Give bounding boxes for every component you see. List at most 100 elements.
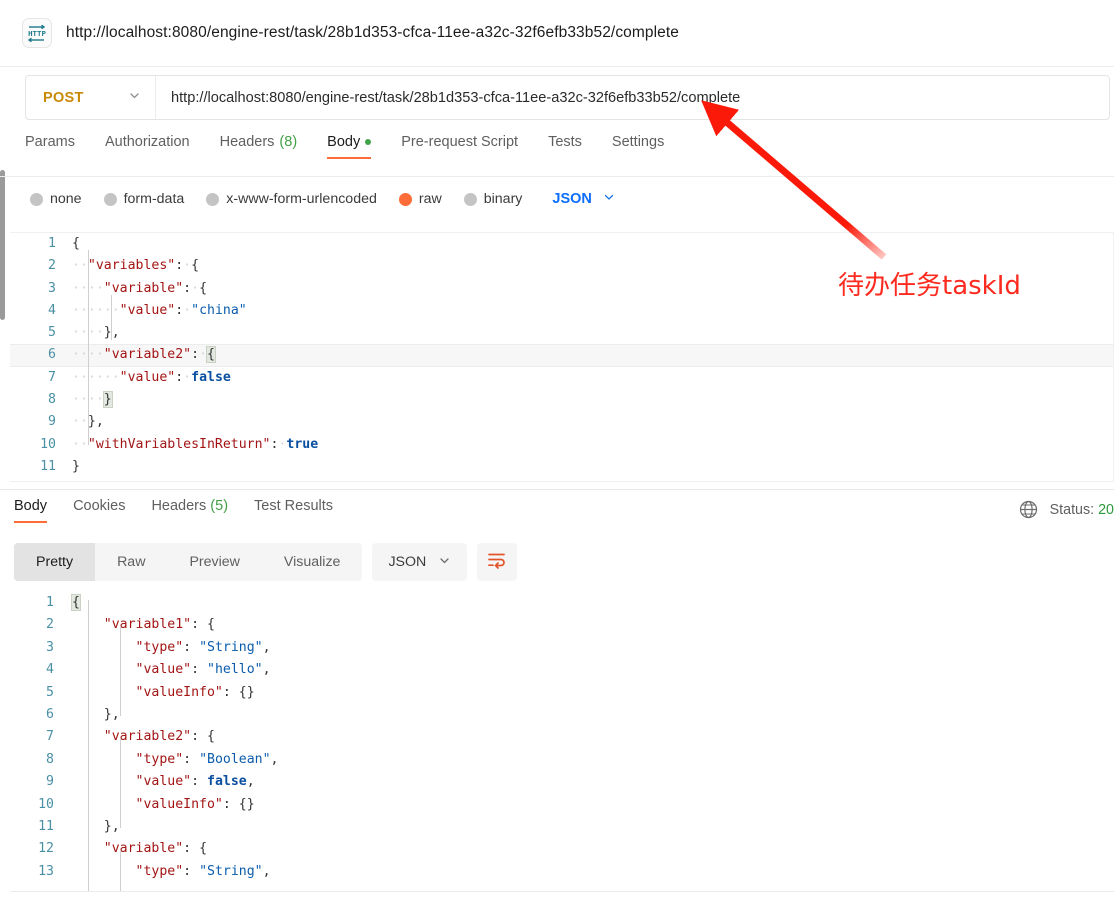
response-status-area: Status: 20 <box>1019 500 1114 519</box>
word-wrap-button[interactable] <box>477 543 518 581</box>
code-token: · <box>111 369 120 385</box>
tab-pre-request-script[interactable]: Pre-request Script <box>401 134 534 160</box>
body-type-binary-label: binary <box>483 191 523 207</box>
response-body-viewer[interactable]: 1{2 "variable1": {3 "type": "String", 4 "… <box>10 592 1114 892</box>
line-number: 1 <box>48 236 56 251</box>
tab-body[interactable]: Body <box>327 134 387 160</box>
code-text: ··"variables":·{ <box>72 255 199 277</box>
response-viewer-toolbar: Pretty Raw Preview Visualize JSON <box>14 543 518 581</box>
code-line: 11} <box>10 456 1113 478</box>
view-mode-raw[interactable]: Raw <box>95 543 167 581</box>
response-tab-cookies-label: Cookies <box>73 498 126 514</box>
response-body-code[interactable]: 1{2 "variable1": {3 "type": "String", 4 "… <box>10 592 1114 883</box>
response-tab-headers-label: Headers <box>151 498 207 514</box>
code-token: false <box>207 774 247 790</box>
code-text: "variable": { <box>72 838 207 860</box>
response-format-dropdown[interactable]: JSON <box>372 543 468 581</box>
chevron-down-icon <box>438 554 451 571</box>
body-type-raw-label: raw <box>418 191 442 207</box>
view-mode-pretty-label: Pretty <box>36 554 74 570</box>
code-text: }, <box>72 704 120 726</box>
line-number: 2 <box>46 617 54 633</box>
code-token: : <box>191 774 207 790</box>
body-type-urlencoded[interactable]: x-www-form-urlencoded <box>206 191 377 207</box>
code-token: }, <box>87 414 104 430</box>
request-tab-bar: Params Authorization Headers (8) Body Pr… <box>25 134 1110 170</box>
code-line: 2 ··"variables":·{ <box>10 255 1113 277</box>
code-line: 1{ <box>10 592 1114 614</box>
code-line: 10 "valueInfo": {} <box>10 794 1114 816</box>
code-token: ·· <box>72 258 88 274</box>
code-token: : <box>175 258 184 274</box>
code-line: 4 "value": "hello", <box>10 659 1114 681</box>
view-mode-pretty[interactable]: Pretty <box>14 543 96 581</box>
line-number: 12 <box>38 841 54 857</box>
code-token: · <box>191 280 200 296</box>
window-title: http://localhost:8080/engine-rest/task/2… <box>66 24 680 41</box>
page-scrollbar[interactable] <box>0 0 5 904</box>
code-text: }, <box>72 816 120 838</box>
code-line: 6 }, <box>10 704 1114 726</box>
tab-settings[interactable]: Settings <box>612 134 680 160</box>
view-mode-visualize[interactable]: Visualize <box>262 543 363 581</box>
tab-authorization[interactable]: Authorization <box>105 134 206 160</box>
response-tab-cookies[interactable]: Cookies <box>73 498 139 524</box>
tab-headers[interactable]: Headers (8) <box>220 134 314 160</box>
code-token: , <box>262 662 271 678</box>
http-method-dropdown[interactable]: POST <box>26 76 156 119</box>
code-token: , <box>270 751 279 767</box>
request-body-editor[interactable]: 1{2··"variables":·{3····"variable":·{4··… <box>10 232 1114 482</box>
code-token: · <box>199 347 208 363</box>
response-section-divider <box>0 489 1114 490</box>
tab-tests-label: Tests <box>548 134 582 150</box>
request-url-bar: POST <box>25 75 1110 120</box>
body-type-none[interactable]: none <box>30 191 82 207</box>
radio-selected-icon <box>398 192 412 206</box>
indent-guide <box>120 738 121 828</box>
code-token: { <box>207 617 215 633</box>
code-token: "variable" <box>103 841 184 857</box>
body-type-form-data[interactable]: form-data <box>103 191 184 207</box>
code-line: 8 ····} <box>10 389 1113 411</box>
code-line: 11 }, <box>10 816 1114 838</box>
code-token: ·· <box>72 436 88 452</box>
request-url-input[interactable] <box>156 76 1109 119</box>
code-token: "value" <box>119 302 176 318</box>
code-token: true <box>286 436 319 452</box>
code-token: }, <box>103 706 120 722</box>
request-body-code[interactable]: 1{2··"variables":·{3····"variable":·{4··… <box>10 233 1113 478</box>
code-token: "type" <box>135 639 184 655</box>
code-text: "type": "String", <box>72 637 271 659</box>
code-token: : <box>191 729 207 745</box>
response-tab-test-results[interactable]: Test Results <box>254 498 347 524</box>
code-line: 3 "type": "String", <box>10 637 1114 659</box>
code-token: · <box>183 369 192 385</box>
tab-params[interactable]: Params <box>25 134 91 160</box>
response-tab-body[interactable]: Body <box>14 498 61 524</box>
code-line: 1{ <box>10 233 1113 255</box>
code-line: 5 "valueInfo": {} <box>10 682 1114 704</box>
tab-settings-label: Settings <box>611 134 665 150</box>
response-tab-headers[interactable]: Headers (5) <box>151 498 242 524</box>
line-number: 8 <box>48 392 56 408</box>
code-token: : <box>183 639 200 655</box>
code-token: "value" <box>135 662 192 678</box>
response-format-label: JSON <box>388 554 427 570</box>
raw-format-dropdown[interactable]: JSON <box>552 190 616 209</box>
code-token: "variables" <box>87 258 176 274</box>
tab-tests[interactable]: Tests <box>548 134 598 160</box>
code-token: { <box>207 729 215 745</box>
view-mode-preview[interactable]: Preview <box>167 543 261 581</box>
code-token: {} <box>238 684 255 700</box>
body-type-binary[interactable]: binary <box>463 191 523 207</box>
response-tab-headers-count: (5) <box>210 498 229 514</box>
body-type-raw[interactable]: raw <box>398 191 442 207</box>
tab-pre-request-script-label: Pre-request Script <box>401 134 519 150</box>
code-token: "variable" <box>103 280 184 296</box>
tab-headers-count: (8) <box>279 134 298 150</box>
page-scrollbar-thumb[interactable] <box>0 170 5 320</box>
line-number: 4 <box>46 662 54 678</box>
